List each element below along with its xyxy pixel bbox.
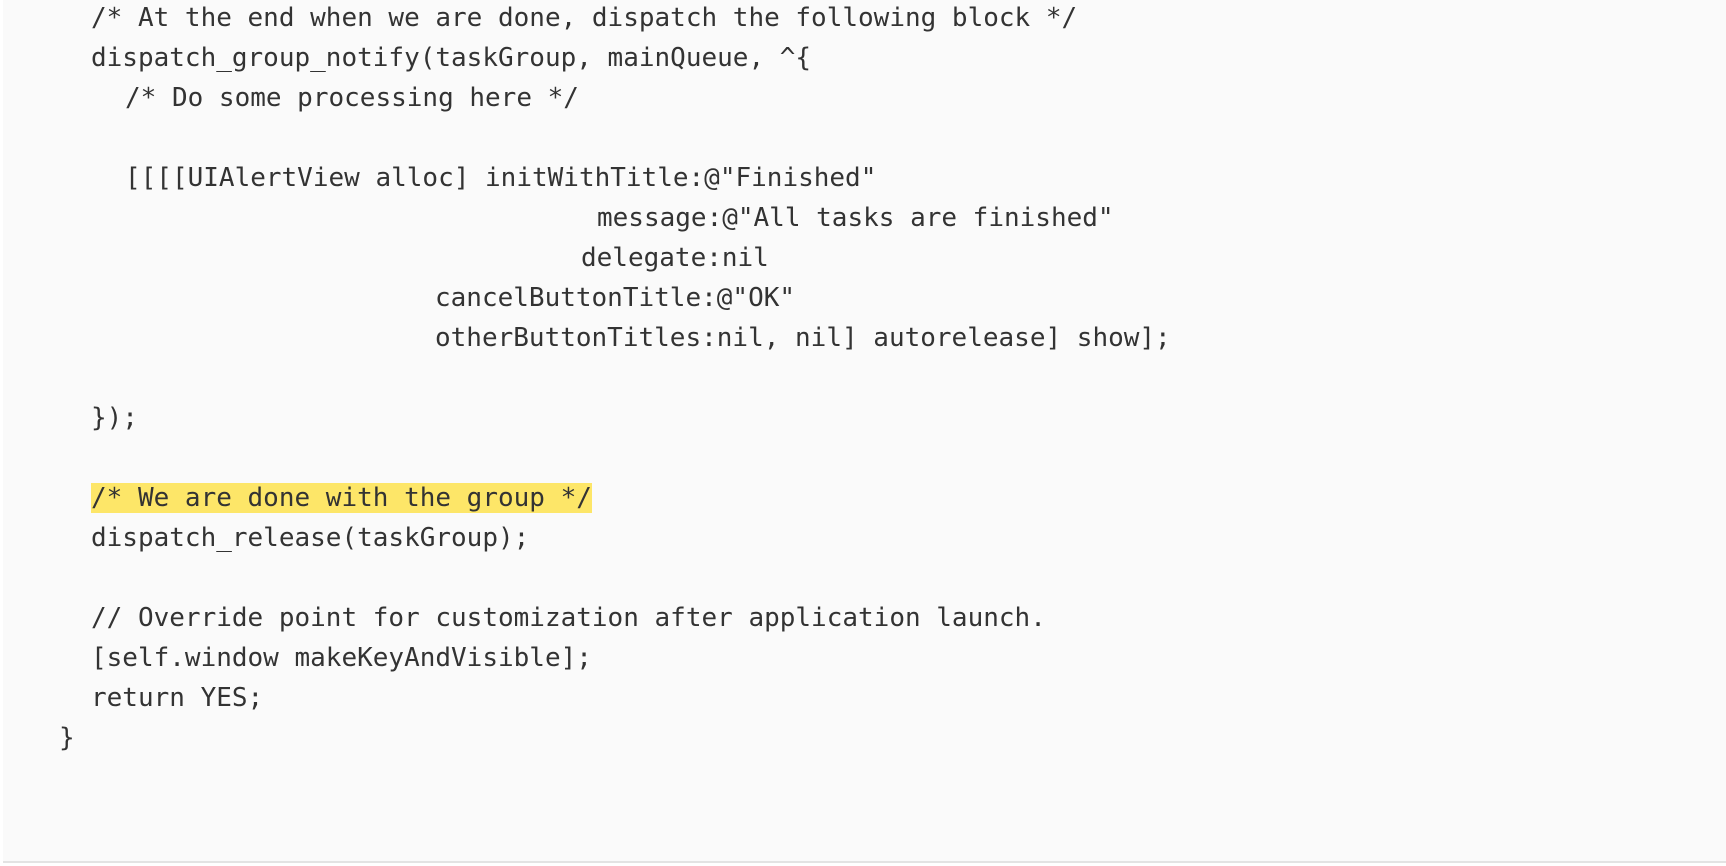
code-line-8-text: cancelButtonTitle:@"OK" (435, 283, 796, 313)
code-line-14: dispatch_release(taskGroup); (91, 520, 529, 564)
code-line-19: } (59, 720, 75, 764)
code-line-17: [self.window makeKeyAndVisible]; (91, 640, 592, 684)
code-line-5: [[[[UIAlertView alloc] initWithTitle:@"F… (125, 160, 876, 204)
code-line-1-text: /* At the end when we are done, dispatch… (91, 3, 1078, 33)
code-line-18-text: return YES; (91, 683, 264, 713)
code-line-8: cancelButtonTitle:@"OK" (435, 280, 795, 324)
code-line-14-text: dispatch_release(taskGroup); (91, 523, 530, 553)
code-line-6-text: message:@"All tasks are finished" (597, 203, 1114, 233)
code-line-3: /* Do some processing here */ (125, 80, 579, 124)
code-line-5-text: [[[[UIAlertView alloc] initWithTitle:@"F… (125, 163, 877, 193)
code-line-2-text: dispatch_group_notify(taskGroup, mainQue… (91, 43, 812, 73)
code-line-11-text: }); (91, 403, 138, 433)
code-line-7: delegate:nil (581, 240, 769, 284)
code-line-1: /* At the end when we are done, dispatch… (91, 0, 1077, 44)
code-line-11: }); (91, 400, 138, 444)
code-line-16-text: // Override point for customization afte… (91, 603, 1046, 633)
code-panel: /* At the end when we are done, dispatch… (3, 0, 1726, 863)
code-line-18: return YES; (91, 680, 263, 724)
code-line-19-text: } (59, 723, 75, 753)
code-line-6: message:@"All tasks are finished" (597, 200, 1114, 244)
code-line-13: /* We are done with the group */ (91, 480, 592, 524)
code-line-7-text: delegate:nil (581, 243, 769, 273)
code-line-16: // Override point for customization afte… (91, 600, 1046, 644)
code-line-17-text: [self.window makeKeyAndVisible]; (91, 643, 592, 673)
code-line-9: otherButtonTitles:nil, nil] autorelease]… (435, 320, 1171, 364)
code-line-9-text: otherButtonTitles:nil, nil] autorelease]… (435, 323, 1171, 353)
code-line-2: dispatch_group_notify(taskGroup, mainQue… (91, 40, 811, 84)
highlighted-comment: /* We are done with the group */ (91, 483, 592, 513)
code-line-3-text: /* Do some processing here */ (125, 83, 579, 113)
